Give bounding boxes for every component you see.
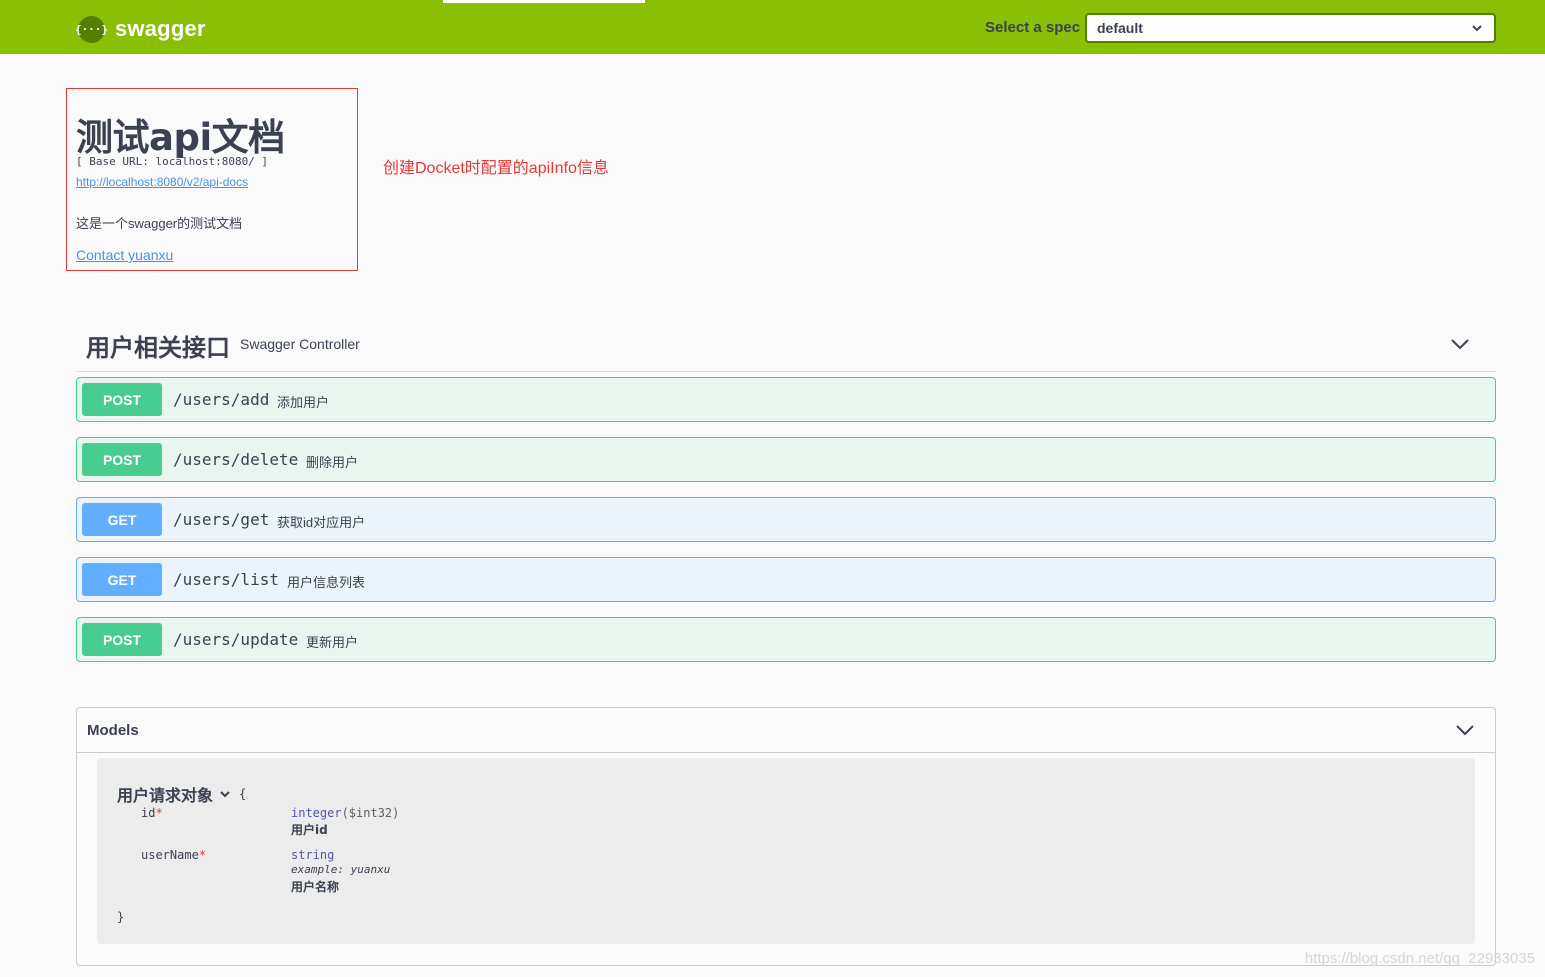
api-description: 这是一个swagger的测试文档 — [76, 216, 243, 231]
property-description: 用户id — [291, 823, 328, 837]
property-type-text: integer — [291, 806, 342, 820]
base-url: [ Base URL: localhost:8080/ ] — [76, 155, 269, 168]
operation-summary: 更新用户 — [306, 635, 359, 650]
open-brace: { — [239, 787, 247, 801]
chevron-down-icon — [220, 791, 230, 798]
models-header[interactable]: Models — [77, 708, 1495, 753]
model-container: 用户请求对象 { id* integer($int32) 用户id userNa… — [97, 758, 1475, 944]
required-marker: * — [198, 848, 207, 862]
models-section: Models 用户请求对象 { id* integer($int32) 用户id… — [76, 707, 1496, 966]
collapse-chevron-icon[interactable] — [1455, 720, 1475, 740]
chevron-down-icon — [1472, 25, 1482, 32]
select-spec-label: Select a spec — [985, 19, 1081, 36]
operation-users-add[interactable]: POST /users/add 添加用户 — [76, 377, 1496, 422]
operation-path: /users/update — [173, 630, 299, 649]
operation-path: /users/get — [173, 510, 270, 529]
collapse-chevron-icon[interactable] — [1450, 334, 1470, 354]
operation-summary: 用户信息列表 — [287, 575, 366, 590]
operation-summary: 添加用户 — [277, 395, 330, 410]
api-title: 测试api文档 — [76, 116, 285, 159]
model-name: 用户请求对象 — [117, 786, 214, 805]
api-info-box: 测试api文档 [ Base URL: localhost:8080/ ] ht… — [66, 88, 358, 271]
operation-path: /users/delete — [173, 450, 299, 469]
method-badge: POST — [82, 623, 162, 656]
operation-path: /users/add — [173, 390, 270, 409]
method-badge: POST — [82, 443, 162, 476]
property-type: integer($int32) — [291, 806, 399, 820]
method-badge: GET — [82, 503, 162, 536]
close-brace: } — [117, 910, 125, 924]
operation-path: /users/list — [173, 570, 279, 589]
operation-users-list[interactable]: GET /users/list 用户信息列表 — [76, 557, 1496, 602]
property-format: ($int32) — [341, 806, 400, 820]
property-name: userName* — [141, 848, 206, 862]
operation-users-get[interactable]: GET /users/get 获取id对应用户 — [76, 497, 1496, 542]
top-bar: {···} swagger Select a spec default — [0, 0, 1545, 54]
tag-name: 用户相关接口 — [86, 334, 230, 362]
contact-link[interactable]: Contact yuanxu — [76, 247, 173, 263]
top-bar-highlight — [443, 0, 645, 3]
models-title: Models — [87, 722, 139, 739]
operation-summary: 删除用户 — [306, 455, 359, 470]
spec-select[interactable]: default — [1085, 13, 1496, 43]
property-name: id* — [141, 806, 163, 820]
property-example: example: yuanxu — [291, 863, 391, 876]
annotation-note: 创建Docket时配置的apiInfo信息 — [383, 160, 609, 177]
tag-section-header[interactable]: 用户相关接口 Swagger Controller — [76, 322, 1496, 372]
watermark: https://blog.csdn.net/qq_22933035 — [1304, 950, 1535, 967]
swagger-logo[interactable]: {···} swagger — [75, 15, 206, 43]
swagger-logo-icon: {···} — [75, 15, 108, 43]
method-badge: GET — [82, 563, 162, 596]
required-marker: * — [155, 806, 163, 820]
spec-select-value: default — [1097, 20, 1143, 36]
operation-users-delete[interactable]: POST /users/delete 删除用户 — [76, 437, 1496, 482]
tag-description: Swagger Controller — [240, 336, 360, 352]
operation-users-update[interactable]: POST /users/update 更新用户 — [76, 617, 1496, 662]
property-description: 用户名称 — [291, 880, 340, 894]
property-name-text: id — [141, 806, 156, 820]
operation-summary: 获取id对应用户 — [277, 515, 366, 530]
property-type: string — [291, 848, 335, 862]
property-name-text: userName — [141, 848, 199, 862]
method-badge: POST — [82, 383, 162, 416]
brand-name: swagger — [115, 16, 206, 41]
api-docs-link[interactable]: http://localhost:8080/v2/api-docs — [76, 175, 248, 189]
model-name-toggle[interactable]: 用户请求对象 { — [117, 782, 246, 806]
